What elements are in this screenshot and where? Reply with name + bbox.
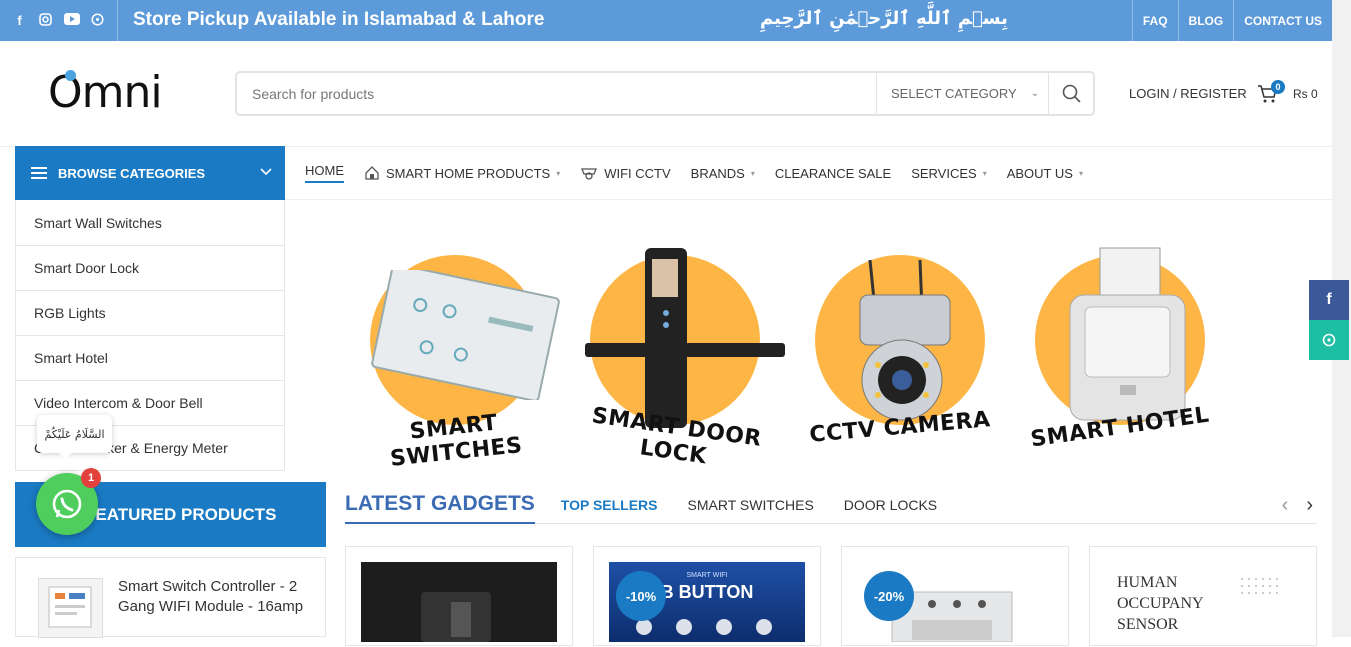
featured-product-card[interactable]: Smart Switch Controller - 2 Gang WIFI Mo… bbox=[15, 557, 326, 638]
share-facebook-button[interactable]: f bbox=[1309, 280, 1349, 320]
category-item-smart-hotel[interactable]: Smart Hotel bbox=[16, 335, 284, 380]
whatsapp-chat-button[interactable]: 1 bbox=[36, 468, 101, 535]
chevron-down-icon: ⌄ bbox=[1030, 88, 1040, 99]
product-card[interactable]: SMART WIFI B BUTTON -10% bbox=[593, 546, 821, 646]
search-icon bbox=[1062, 84, 1081, 103]
logo-dot bbox=[65, 70, 76, 81]
top-links: FAQ BLOG CONTACT US bbox=[1131, 0, 1332, 41]
unread-badge: 1 bbox=[81, 468, 101, 488]
whatsapp-icon bbox=[1322, 333, 1336, 347]
caret-down-icon: ▾ bbox=[982, 168, 987, 178]
nav-brands[interactable]: BRANDS ▾ bbox=[691, 166, 755, 181]
login-register-link[interactable]: LOGIN / REGISTER bbox=[1129, 86, 1247, 101]
carousel-arrows: ‹ › bbox=[1282, 494, 1313, 517]
product-image[interactable] bbox=[361, 562, 557, 642]
hotel-card-switch-image bbox=[1069, 247, 1186, 421]
caret-down-icon: ▾ bbox=[556, 168, 561, 178]
product-thumbnail[interactable] bbox=[38, 578, 103, 638]
discount-badge: -10% bbox=[616, 571, 666, 621]
banner-label: SMART SWITCHES bbox=[388, 410, 524, 472]
youtube-icon[interactable] bbox=[64, 13, 80, 28]
chevron-down-icon bbox=[260, 168, 272, 176]
bismillah-text: بِسۡمِ ٱللَّهِ ٱلرَّحۡمَٰنِ ٱلرَّحِيمِ bbox=[760, 8, 1008, 29]
nav-smart-home-products[interactable]: SMART HOME PRODUCTS ▾ bbox=[364, 165, 560, 181]
contact-us-link[interactable]: CONTACT US bbox=[1233, 0, 1332, 41]
cart-total[interactable]: Rs 0 bbox=[1293, 87, 1318, 101]
category-select[interactable]: SELECT CATEGORY ⌄ bbox=[876, 73, 1048, 114]
discount-badge: -20% bbox=[864, 571, 914, 621]
nav-divider bbox=[285, 199, 1332, 200]
banner-smart-hotel[interactable]: SMART HOTEL bbox=[1020, 240, 1220, 470]
product-card[interactable] bbox=[345, 546, 573, 646]
faq-link[interactable]: FAQ bbox=[1131, 0, 1178, 41]
omni-logo[interactable]: Omni bbox=[48, 68, 183, 118]
smart-home-icon bbox=[365, 166, 379, 180]
menu-icon bbox=[31, 164, 47, 182]
main-nav: HOME SMART HOME PRODUCTS ▾ WIFI CCTV BRAN… bbox=[305, 146, 1083, 200]
facebook-icon: f bbox=[1326, 291, 1332, 308]
latest-gadgets-title[interactable]: LATEST GADGETS bbox=[345, 492, 535, 524]
tab-door-locks[interactable]: DOOR LOCKS bbox=[844, 497, 937, 513]
chevron-left-icon[interactable]: ‹ bbox=[1282, 494, 1289, 517]
search-button[interactable] bbox=[1048, 73, 1093, 114]
smart-switch-image bbox=[371, 270, 560, 400]
category-banner: SMART SWITCHES SMART DOOR LOCK CCTV CAME… bbox=[350, 240, 1230, 472]
caret-down-icon: ▾ bbox=[750, 168, 755, 178]
caret-down-icon: ▾ bbox=[1078, 168, 1083, 178]
search-bar: Search for products SELECT CATEGORY ⌄ bbox=[235, 71, 1095, 116]
product-card[interactable]: HUMAN OCCUPANY SENSOR bbox=[1089, 546, 1317, 646]
product-card[interactable]: -20% bbox=[841, 546, 1069, 646]
whatsapp-greeting-bubble[interactable]: السَّلَامُ عَلَيْكُمْ bbox=[37, 415, 112, 459]
store-pickup-banner: Store Pickup Available in Islamabad & La… bbox=[133, 9, 545, 30]
chevron-right-icon[interactable]: › bbox=[1306, 494, 1313, 517]
product-title[interactable]: Smart Switch Controller - 2 Gang WIFI Mo… bbox=[118, 577, 313, 617]
whatsapp-icon bbox=[52, 489, 82, 519]
whatsapp-icon[interactable] bbox=[90, 12, 105, 29]
product-tabs: LATEST GADGETS TOP SELLERS SMART SWITCHE… bbox=[345, 486, 1317, 524]
product-image[interactable]: HUMAN OCCUPANY SENSOR bbox=[1105, 562, 1301, 642]
banner-smart-door-lock[interactable]: SMART DOOR LOCK bbox=[575, 240, 785, 470]
nav-home[interactable]: HOME bbox=[305, 163, 344, 183]
share-whatsapp-button[interactable] bbox=[1309, 320, 1349, 360]
instagram-icon[interactable] bbox=[38, 12, 53, 29]
banner-smart-switches[interactable]: SMART SWITCHES bbox=[355, 240, 560, 472]
tab-smart-switches[interactable]: SMART SWITCHES bbox=[688, 497, 814, 513]
top-bar: f Store Pickup Available in Islamabad & … bbox=[0, 0, 1332, 41]
search-input[interactable]: Search for products bbox=[237, 86, 876, 102]
cart-button[interactable]: 0 bbox=[1257, 80, 1285, 106]
cctv-icon bbox=[581, 168, 598, 180]
nav-wifi-cctv[interactable]: WIFI CCTV bbox=[580, 165, 671, 181]
category-item-smart-door-lock[interactable]: Smart Door Lock bbox=[16, 245, 284, 290]
social-links: f bbox=[12, 0, 118, 41]
category-item-rgb-lights[interactable]: RGB Lights bbox=[16, 290, 284, 335]
facebook-icon[interactable]: f bbox=[12, 13, 27, 28]
nav-services[interactable]: SERVICES ▾ bbox=[911, 166, 987, 181]
banner-cctv-camera[interactable]: CCTV CAMERA bbox=[800, 240, 1000, 470]
nav-clearance-sale[interactable]: CLEARANCE SALE bbox=[775, 166, 891, 181]
cctv-camera-image bbox=[859, 259, 951, 421]
door-lock-image bbox=[585, 248, 785, 428]
tab-top-sellers[interactable]: TOP SELLERS bbox=[561, 497, 658, 513]
category-item-smart-wall-switches[interactable]: Smart Wall Switches bbox=[16, 200, 284, 245]
blog-link[interactable]: BLOG bbox=[1177, 0, 1234, 41]
cart-count-badge: 0 bbox=[1271, 80, 1285, 94]
nav-about-us[interactable]: ABOUT US ▾ bbox=[1007, 166, 1083, 181]
browse-categories-button[interactable]: BROWSE CATEGORIES bbox=[15, 146, 285, 200]
